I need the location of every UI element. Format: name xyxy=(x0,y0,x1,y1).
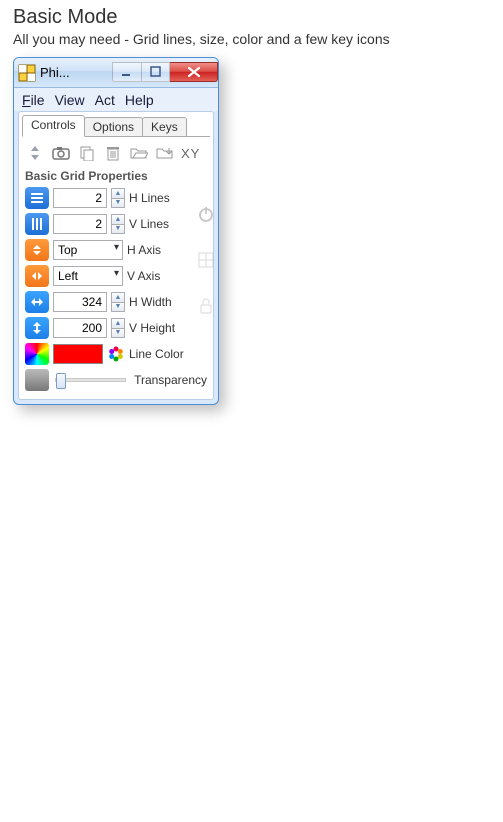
app-icon xyxy=(18,64,36,82)
row-haxis: H Axis xyxy=(19,237,213,263)
power-icon[interactable] xyxy=(197,205,215,223)
transparency-icon[interactable] xyxy=(25,369,49,391)
camera-icon[interactable] xyxy=(51,143,71,163)
tab-options[interactable]: Options xyxy=(84,117,143,137)
section-title: Basic Grid Properties xyxy=(19,167,213,185)
vaxis-select[interactable] xyxy=(53,266,123,286)
row-hlines: ▲▼ H Lines xyxy=(19,185,213,211)
menu-view[interactable]: View xyxy=(55,92,85,108)
row-vaxis: V Axis xyxy=(19,263,213,289)
client-area: Controls Options Keys XY Basic Grid Prop… xyxy=(18,111,214,400)
lock-icon[interactable] xyxy=(197,297,215,315)
vheight-spinner[interactable]: ▲▼ xyxy=(111,318,125,338)
menu-file[interactable]: File xyxy=(22,92,45,108)
copy-icon[interactable] xyxy=(77,143,97,163)
vheight-input[interactable] xyxy=(53,318,107,338)
transparency-slider[interactable] xyxy=(55,378,126,382)
row-hwidth: ▲▼ H Width xyxy=(19,289,213,315)
app-window: Phi... File View Act Help Controls Optio… xyxy=(13,57,219,405)
row-linecolor: Line Color xyxy=(19,341,213,367)
color-swatch[interactable] xyxy=(53,344,103,364)
trash-icon[interactable] xyxy=(103,143,123,163)
hlines-icon[interactable] xyxy=(25,187,49,209)
row-vlines: ▲▼ V Lines xyxy=(19,211,213,237)
xy-button[interactable]: XY xyxy=(181,146,200,161)
hwidth-label: H Width xyxy=(129,295,172,309)
hlines-input[interactable] xyxy=(53,188,107,208)
tab-controls[interactable]: Controls xyxy=(22,115,85,137)
transparency-label: Transparency xyxy=(134,373,207,387)
folder-open-icon[interactable] xyxy=(129,143,149,163)
vaxis-label: V Axis xyxy=(127,269,160,283)
hlines-spinner[interactable]: ▲▼ xyxy=(111,188,125,208)
linecolor-label: Line Color xyxy=(129,347,184,361)
vlines-label: V Lines xyxy=(129,217,169,231)
color-picker-icon[interactable] xyxy=(25,343,49,365)
vlines-icon[interactable] xyxy=(25,213,49,235)
page-title: Basic Mode xyxy=(13,6,503,29)
hlines-label: H Lines xyxy=(129,191,170,205)
minimize-button[interactable] xyxy=(112,62,142,82)
slider-thumb[interactable] xyxy=(56,373,66,389)
row-vheight: ▲▼ V Height xyxy=(19,315,213,341)
folder-import-icon[interactable] xyxy=(155,143,175,163)
titlebar[interactable]: Phi... xyxy=(14,58,218,88)
haxis-icon[interactable] xyxy=(25,239,49,261)
menu-act[interactable]: Act xyxy=(95,92,115,108)
tab-keys[interactable]: Keys xyxy=(142,117,187,137)
haxis-select[interactable] xyxy=(53,240,123,260)
hwidth-input[interactable] xyxy=(53,292,107,312)
sort-icon[interactable] xyxy=(25,143,45,163)
tab-strip: Controls Options Keys xyxy=(19,112,213,137)
hwidth-icon[interactable] xyxy=(25,291,49,313)
app-title: Phi... xyxy=(40,65,70,80)
side-controls xyxy=(197,205,215,315)
vheight-label: V Height xyxy=(129,321,175,335)
row-transparency: Transparency xyxy=(19,367,213,393)
hwidth-spinner[interactable]: ▲▼ xyxy=(111,292,125,312)
menu-help[interactable]: Help xyxy=(125,92,154,108)
vlines-input[interactable] xyxy=(53,214,107,234)
maximize-button[interactable] xyxy=(142,62,170,82)
grid-icon[interactable] xyxy=(197,251,215,269)
haxis-label: H Axis xyxy=(127,243,161,257)
menubar: File View Act Help xyxy=(14,88,218,111)
page-subtitle: All you may need - Grid lines, size, col… xyxy=(13,31,503,47)
color-wheel-icon[interactable] xyxy=(107,345,125,363)
vheight-icon[interactable] xyxy=(25,317,49,339)
close-button[interactable] xyxy=(170,62,218,82)
vaxis-icon[interactable] xyxy=(25,265,49,287)
vlines-spinner[interactable]: ▲▼ xyxy=(111,214,125,234)
toolbar: XY xyxy=(19,137,213,167)
